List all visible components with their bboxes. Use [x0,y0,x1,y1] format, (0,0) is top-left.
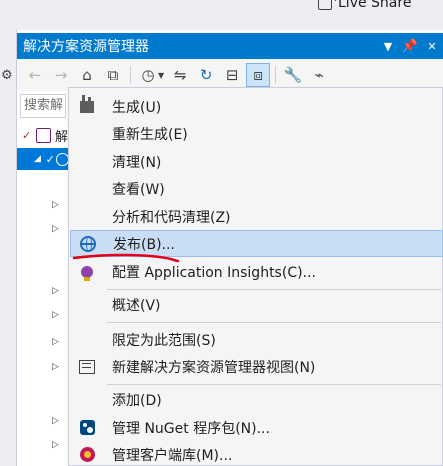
switch-views-icon[interactable]: ⧉ [101,63,125,87]
menu-item-new-solution-explorer-view[interactable]: 新建解决方案资源管理器视图(N) [70,353,443,380]
home-icon[interactable]: ⌂ [75,63,99,87]
sync-active-document-icon[interactable]: ⇋ [168,63,192,87]
expand-arrow-icon[interactable]: ▷ [52,310,59,320]
expand-arrow-icon[interactable]: ▷ [52,362,59,372]
menu-item-label: 清理(N) [112,154,162,171]
menu-item-label: 新建解决方案资源管理器视图(N) [112,359,316,376]
nuget-icon [77,418,97,438]
toolbar-separator [130,66,131,84]
menu-item-manage-nuget[interactable]: 管理 NuGet 程序包(N)... [70,414,443,441]
menu-item-analyze-code-cleanup[interactable]: 分析和代码清理(Z) [70,203,443,230]
forward-icon[interactable]: → [49,63,73,87]
menu-item-manage-client-libraries[interactable]: 管理客户端库(M)... [70,441,443,466]
expand-arrow-icon[interactable]: ▷ [52,440,59,450]
expand-arrow-icon[interactable]: ▷ [52,337,59,347]
menu-item-label: 重新生成(E) [112,126,188,143]
checkmark-icon: ✓ [22,128,32,142]
expand-arrow-icon[interactable]: ▷ [52,416,59,426]
menu-item-label: 管理 NuGet 程序包(N)... [112,420,270,437]
menu-item-overview[interactable]: 概述(V) [70,291,443,318]
menu-separator [107,289,441,290]
solution-icon [36,127,51,143]
menu-item-scope-to-this[interactable]: 限定为此范围(S) [70,326,443,353]
menu-item-add[interactable]: 添加(D) [70,386,443,413]
menu-item-label: 添加(D) [112,392,162,409]
tree-item-solution[interactable]: ✓ 解 [17,124,69,146]
menu-separator [107,322,441,323]
expand-arrow-icon[interactable]: ▷ [52,200,59,210]
build-icon [77,94,97,117]
menu-item-label: 管理客户端库(M)... [112,447,233,464]
menu-item-label: 分析和代码清理(Z) [112,209,231,226]
menu-item-label: 限定为此范围(S) [112,332,216,349]
panel-title: 解决方案资源管理器 [23,39,149,55]
window-position-dropdown-icon[interactable]: ▼ [377,40,399,53]
left-gutter: ⚙ [0,30,17,466]
menu-separator [107,384,441,385]
menu-item-label: 发布(B)... [113,236,175,253]
pending-changes-filter-icon[interactable]: ◷ [136,63,160,87]
new-view-icon [77,357,97,377]
checkmark-icon: ✓ [45,152,55,166]
menu-item-label: 生成(U) [112,99,162,116]
collapse-all-icon[interactable]: ⊟ [220,63,244,87]
expand-arrow-icon[interactable]: ▷ [52,224,59,234]
red-underline-annotation [72,253,180,263]
menu-item-build[interactable]: 生成(U) [70,93,443,120]
toolbar-separator [275,66,277,84]
live-share-button[interactable]: Live Share [318,0,411,12]
preview-selected-items-icon[interactable]: ⌁ [307,63,331,87]
refresh-icon[interactable]: ↻ [194,63,218,87]
tree-item-project-selected[interactable]: ◢ ✓ [17,148,70,170]
properties-wrench-icon[interactable]: 🔧 [281,63,305,87]
menu-item-label: 查看(W) [112,181,165,198]
live-share-icon [318,0,336,10]
expand-arrow-icon[interactable]: ▷ [52,286,59,296]
close-icon[interactable]: ✕ [421,40,443,53]
search-placeholder: 搜索解 [24,98,64,113]
search-input[interactable]: 搜索解 [20,94,66,118]
gear-icon[interactable]: ⚙ [1,68,13,83]
solution-explorer-title-bar: 解决方案资源管理器 ▼ 📌 ✕ [17,33,443,59]
publish-globe-icon [78,234,98,254]
chevron-down-icon[interactable]: ▼ [158,71,164,80]
solution-label: 解 [55,129,69,145]
expand-triangle-icon[interactable]: ◢ [34,154,46,164]
menu-item-clean[interactable]: 清理(N) [70,148,443,175]
menu-item-label: 概述(V) [112,297,161,314]
live-share-label: Live Share [338,0,412,11]
client-library-icon [77,445,97,465]
menu-item-rebuild[interactable]: 重新生成(E) [70,120,443,147]
show-all-files-icon[interactable]: ⧈ [246,63,271,87]
back-icon[interactable]: ← [23,63,47,87]
pin-icon[interactable]: 📌 [399,39,421,54]
context-menu: 生成(U) 重新生成(E) 清理(N) 查看(W) 分析和代码清理(Z) 发布(… [68,87,443,466]
menu-item-view[interactable]: 查看(W) [70,175,443,202]
